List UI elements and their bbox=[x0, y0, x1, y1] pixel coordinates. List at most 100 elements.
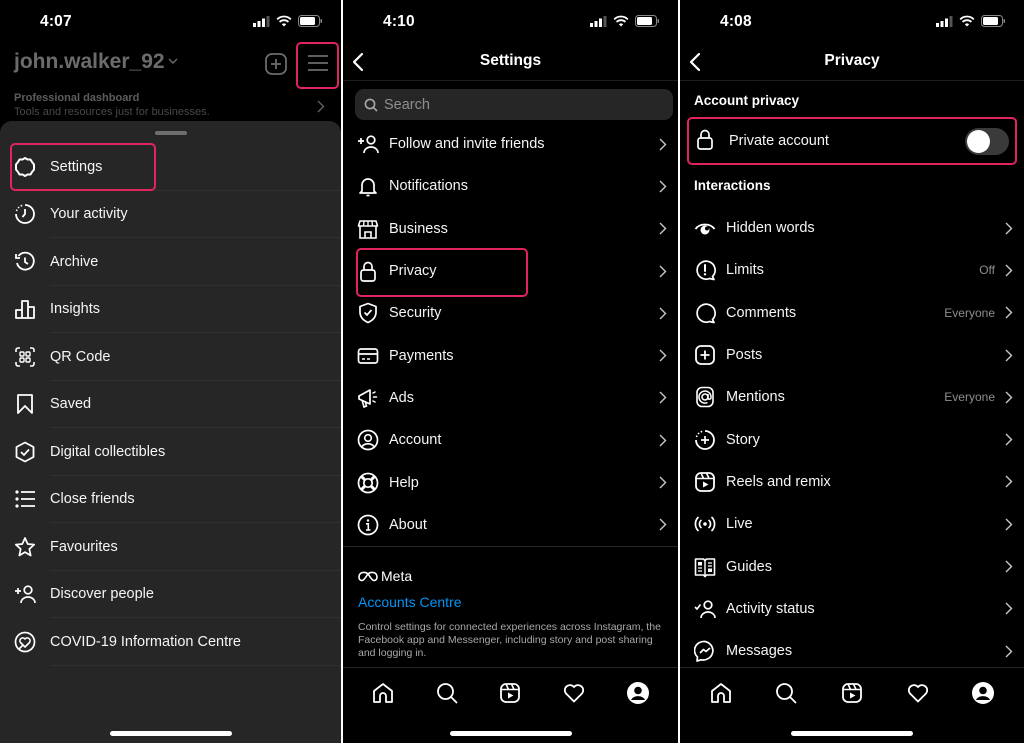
plus-square-icon[interactable] bbox=[265, 53, 287, 75]
profile-icon bbox=[627, 682, 650, 704]
page-title: Privacy bbox=[824, 52, 880, 69]
chevron-right-icon bbox=[1005, 602, 1013, 615]
chevron-down-icon[interactable] bbox=[168, 58, 178, 65]
status-bar: 4:07 bbox=[0, 0, 341, 44]
menu-item-discover-people[interactable]: Discover people bbox=[0, 571, 341, 618]
dashboard-title: Professional dashboard bbox=[14, 92, 140, 104]
settings-item-ads[interactable]: Ads bbox=[343, 377, 678, 419]
privacy-item-messages[interactable]: Messages bbox=[680, 630, 1024, 672]
home-indicator[interactable] bbox=[449, 731, 572, 736]
status-icons bbox=[253, 15, 323, 27]
menu-item-saved[interactable]: Saved bbox=[0, 381, 341, 428]
privacy-item-label: Hidden words bbox=[726, 220, 815, 237]
chevron-right-icon bbox=[659, 180, 667, 193]
tab-activity[interactable] bbox=[560, 679, 588, 707]
menu-item-label: Digital collectibles bbox=[50, 443, 166, 460]
shield-check-icon bbox=[356, 301, 380, 325]
settings-item-notifications[interactable]: Notifications bbox=[343, 165, 678, 207]
privacy-item-mentions[interactable]: Mentions Everyone bbox=[680, 376, 1024, 418]
plus-square-icon bbox=[693, 343, 717, 367]
privacy-item-comments[interactable]: Comments Everyone bbox=[680, 292, 1024, 334]
sheet-grabber[interactable] bbox=[154, 131, 187, 135]
credit-card-icon bbox=[356, 344, 380, 368]
search-bar[interactable] bbox=[355, 89, 673, 120]
settings-item-payments[interactable]: Payments bbox=[343, 334, 678, 376]
privacy-item-label: Activity status bbox=[726, 600, 815, 617]
archive-history-icon bbox=[13, 250, 37, 274]
menu-item-archive[interactable]: Archive bbox=[0, 238, 341, 286]
privacy-item-story[interactable]: Story bbox=[680, 418, 1024, 460]
menu-item-label: Discover people bbox=[50, 586, 154, 603]
tab-home[interactable] bbox=[369, 679, 397, 707]
menu-item-qr-code[interactable]: QR Code bbox=[0, 333, 341, 381]
privacy-item-limits[interactable]: Limits Off bbox=[680, 249, 1024, 291]
tab-search[interactable] bbox=[772, 679, 800, 707]
tab-search[interactable] bbox=[433, 679, 461, 707]
nav-bar: Privacy bbox=[680, 44, 1024, 81]
bottom-tab-bar bbox=[680, 675, 1024, 711]
settings-item-label: Payments bbox=[389, 347, 454, 364]
menu-item-digital-collectibles[interactable]: Digital collectibles bbox=[0, 428, 341, 476]
settings-list: Follow and invite friends Notifications … bbox=[343, 123, 678, 546]
settings-item-business[interactable]: Business bbox=[343, 208, 678, 250]
divider bbox=[343, 546, 678, 547]
divider bbox=[680, 667, 1024, 668]
privacy-item-guides[interactable]: Guides bbox=[680, 545, 1024, 587]
chevron-right-icon bbox=[659, 476, 667, 489]
settings-item-security[interactable]: Security bbox=[343, 292, 678, 334]
settings-item-label: Account bbox=[389, 432, 442, 449]
privacy-item-label: Comments bbox=[726, 304, 797, 321]
wifi-icon bbox=[276, 15, 292, 27]
wifi-icon bbox=[613, 15, 629, 27]
menu-item-insights[interactable]: Insights bbox=[0, 286, 341, 333]
professional-dashboard[interactable]: Professional dashboard Tools and resourc… bbox=[14, 92, 327, 118]
lifebuoy-icon bbox=[356, 471, 380, 495]
chevron-right-icon bbox=[659, 434, 667, 447]
chevron-right-icon bbox=[1005, 306, 1013, 319]
privacy-item-label: Live bbox=[726, 516, 753, 533]
privacy-item-hidden-words[interactable]: Hidden words bbox=[680, 207, 1024, 249]
tab-reels[interactable] bbox=[496, 679, 524, 707]
privacy-item-activity-status[interactable]: Activity status bbox=[680, 588, 1024, 630]
chevron-right-icon bbox=[1005, 391, 1013, 404]
chevron-right-icon bbox=[1005, 433, 1013, 446]
battery-icon bbox=[298, 15, 322, 27]
privacy-item-live[interactable]: Live bbox=[680, 503, 1024, 545]
qr-code-icon bbox=[13, 345, 37, 369]
tab-reels[interactable] bbox=[838, 679, 866, 707]
home-indicator[interactable] bbox=[791, 731, 913, 736]
menu-item-covid-info[interactable]: COVID-19 Information Centre bbox=[0, 618, 341, 666]
reels-icon bbox=[693, 470, 717, 494]
cellular-signal-icon bbox=[936, 15, 953, 27]
status-bar: 4:08 bbox=[680, 0, 1024, 44]
home-indicator[interactable] bbox=[109, 731, 232, 736]
privacy-highlight bbox=[356, 248, 528, 297]
search-icon bbox=[436, 683, 458, 704]
privacy-item-posts[interactable]: Posts bbox=[680, 334, 1024, 376]
tab-home[interactable] bbox=[707, 679, 735, 707]
reels-icon bbox=[842, 683, 862, 703]
status-time: 4:07 bbox=[40, 13, 72, 30]
search-input[interactable] bbox=[384, 96, 584, 113]
status-time: 4:10 bbox=[383, 13, 415, 30]
menu-item-close-friends[interactable]: Close friends bbox=[0, 476, 341, 523]
menu-item-your-activity[interactable]: Your activity bbox=[0, 191, 341, 238]
menu-item-favourites[interactable]: Favourites bbox=[0, 523, 341, 571]
info-icon bbox=[356, 513, 380, 537]
home-icon bbox=[372, 683, 393, 703]
store-icon bbox=[356, 217, 380, 241]
status-icons bbox=[936, 15, 1006, 27]
settings-item-follow-invite[interactable]: Follow and invite friends bbox=[343, 123, 678, 165]
privacy-item-reels-remix[interactable]: Reels and remix bbox=[680, 461, 1024, 503]
tab-profile[interactable] bbox=[624, 679, 652, 707]
tab-profile[interactable] bbox=[969, 679, 997, 707]
settings-item-about[interactable]: About bbox=[343, 504, 678, 546]
username[interactable]: john.walker_92 bbox=[14, 50, 165, 74]
settings-item-account[interactable]: Account bbox=[343, 419, 678, 461]
section-heading-account-privacy: Account privacy bbox=[694, 93, 800, 108]
live-broadcast-icon bbox=[693, 512, 717, 536]
tab-activity[interactable] bbox=[904, 679, 932, 707]
settings-item-help[interactable]: Help bbox=[343, 461, 678, 503]
accounts-centre-link[interactable]: Accounts Centre bbox=[358, 594, 462, 610]
heart-icon bbox=[564, 684, 585, 703]
